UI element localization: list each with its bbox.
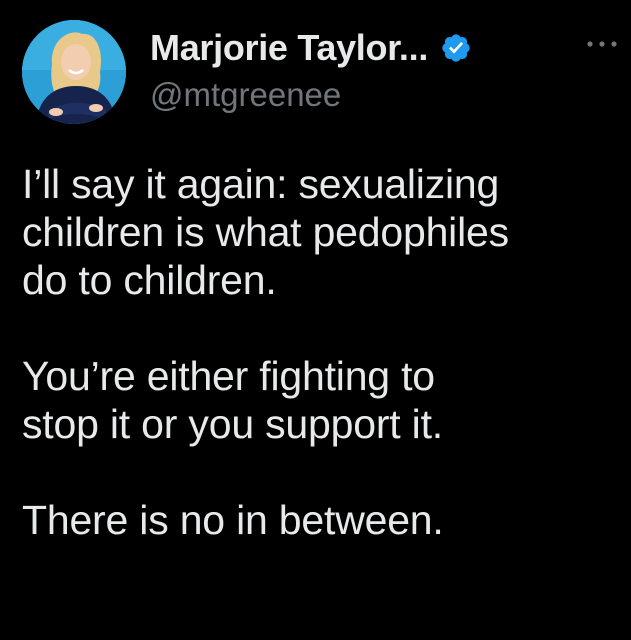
tweet-paragraph: You’re either fighting to stop it or you…: [22, 353, 443, 447]
more-options-icon[interactable]: [582, 34, 626, 54]
tweet-card: Marjorie Taylor... @mtgreenee I’ll say i…: [0, 0, 631, 640]
tweet-paragraph: There is no in between.: [22, 497, 444, 543]
tweet-paragraph: I’ll say it again: sexualizing children …: [22, 161, 509, 303]
avatar[interactable]: [22, 20, 126, 124]
profile-photo-icon: [22, 20, 126, 124]
tweet-text: I’ll say it again: sexualizing children …: [22, 160, 622, 544]
tweet-header: Marjorie Taylor... @mtgreenee: [22, 20, 622, 124]
verified-badge-icon: [440, 32, 472, 64]
user-handle[interactable]: @mtgreenee: [150, 76, 341, 114]
name-row: Marjorie Taylor...: [150, 26, 472, 70]
display-name[interactable]: Marjorie Taylor...: [150, 27, 428, 69]
